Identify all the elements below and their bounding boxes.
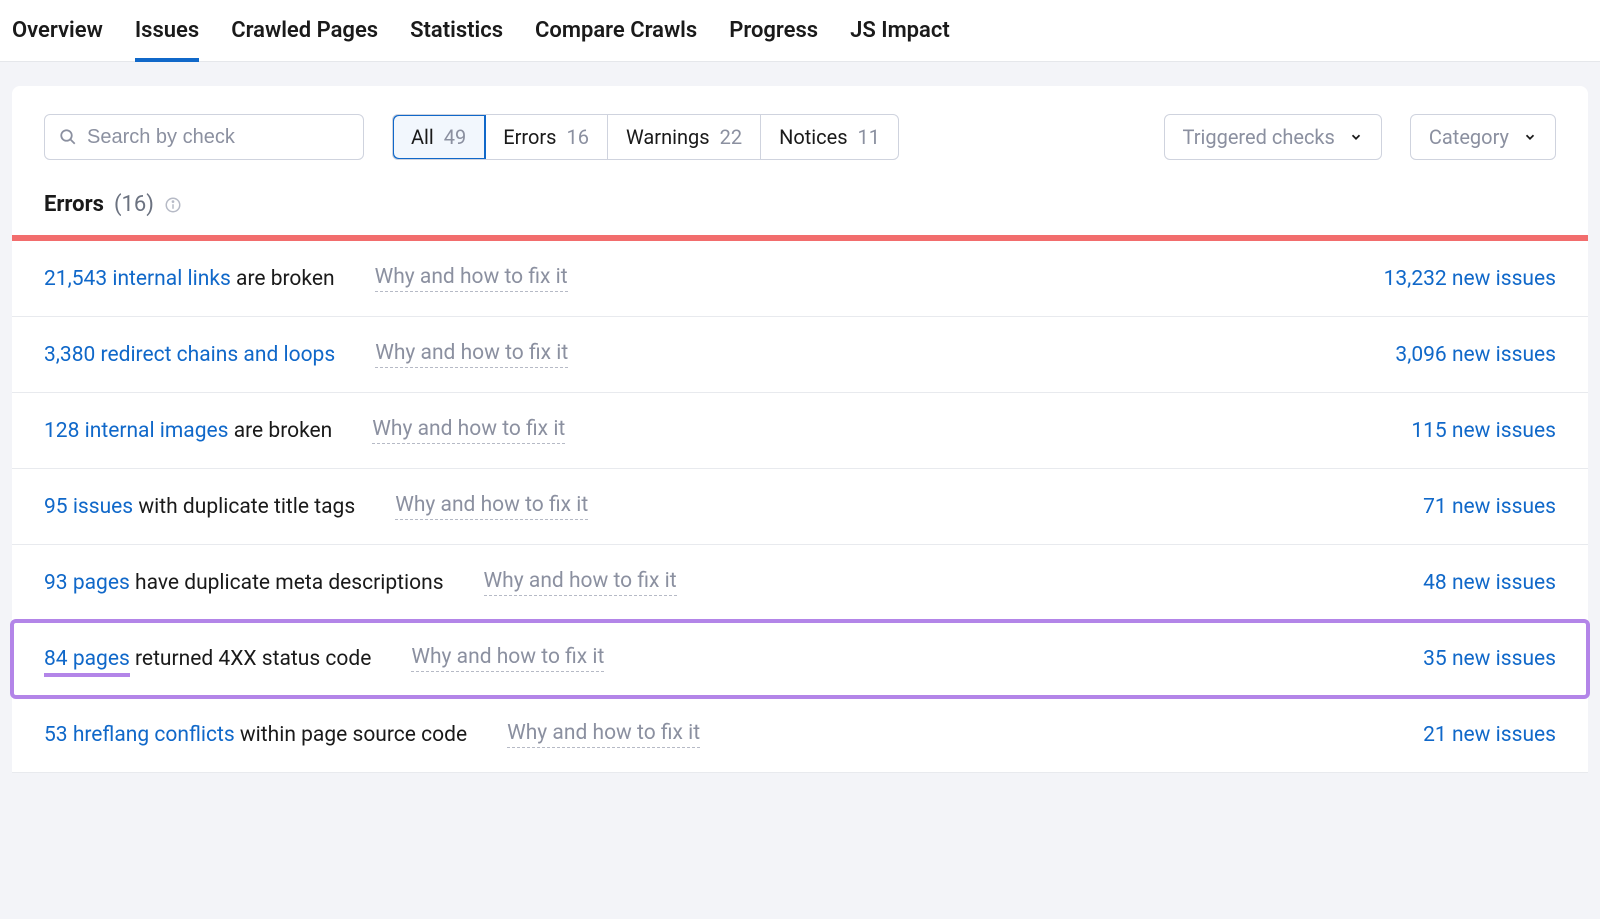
fix-link[interactable]: Why and how to fix it	[375, 341, 568, 368]
new-issues-link[interactable]: 48 new issues	[1423, 571, 1556, 595]
issue-rest-text: are broken	[229, 419, 333, 443]
issue-row: 128 internal images are broken Why and ho…	[12, 393, 1588, 469]
issue-link[interactable]: 84 pages	[44, 647, 130, 677]
issue-row: 3,380 redirect chains and loops Why and h…	[12, 317, 1588, 393]
issue-link[interactable]: 21,543 internal links	[44, 267, 231, 291]
tab-crawled-pages[interactable]: Crawled Pages	[231, 0, 378, 61]
filter-warnings[interactable]: Warnings 22	[608, 115, 761, 159]
fix-link[interactable]: Why and how to fix it	[372, 417, 565, 444]
issue-rest-text: with duplicate title tags	[133, 495, 355, 519]
filter-label: All	[411, 125, 434, 149]
filter-notices[interactable]: Notices 11	[761, 115, 898, 159]
tab-issues[interactable]: Issues	[135, 0, 199, 61]
issue-row: 53 hreflang conflicts within page source…	[12, 697, 1588, 773]
issue-row: 84 pages returned 4XX status code Why and…	[12, 621, 1588, 697]
new-issues-link[interactable]: 35 new issues	[1423, 647, 1556, 671]
tab-statistics[interactable]: Statistics	[410, 0, 503, 61]
fix-link[interactable]: Why and how to fix it	[375, 265, 568, 292]
fix-link[interactable]: Why and how to fix it	[411, 645, 604, 672]
issue-row: 95 issues with duplicate title tags Why a…	[12, 469, 1588, 545]
dropdown-label: Triggered checks	[1183, 125, 1335, 149]
new-issues-link[interactable]: 115 new issues	[1411, 419, 1556, 443]
controls-row: All 49 Errors 16 Warnings 22 Notices 11 Trigger…	[12, 114, 1588, 188]
dropdown-label: Category	[1429, 125, 1509, 149]
issues-card: All 49 Errors 16 Warnings 22 Notices 11 Trigger…	[12, 86, 1588, 773]
fix-link[interactable]: Why and how to fix it	[395, 493, 588, 520]
section-header: Errors (16)	[12, 188, 1588, 235]
fix-link[interactable]: Why and how to fix it	[484, 569, 677, 596]
filter-count: 49	[444, 125, 466, 149]
tab-progress[interactable]: Progress	[729, 0, 818, 61]
issue-rest-text: are broken	[231, 267, 335, 291]
chevron-down-icon	[1523, 130, 1537, 144]
filter-label: Warnings	[626, 125, 710, 149]
tab-overview[interactable]: Overview	[12, 0, 103, 61]
filter-count: 22	[720, 125, 742, 149]
chevron-down-icon	[1349, 130, 1363, 144]
issue-rest-text: returned 4XX status code	[130, 647, 372, 671]
issue-link[interactable]: 93 pages	[44, 571, 130, 595]
filter-count: 16	[567, 125, 589, 149]
issue-link[interactable]: 128 internal images	[44, 419, 229, 443]
new-issues-link[interactable]: 13,232 new issues	[1384, 267, 1556, 291]
section-title: Errors	[44, 192, 104, 217]
tab-js-impact[interactable]: JS Impact	[850, 0, 950, 61]
search-field-wrap[interactable]	[44, 114, 364, 160]
issue-rest-text: within page source code	[235, 723, 467, 747]
issue-row: 21,543 internal links are broken Why and …	[12, 241, 1588, 317]
search-input[interactable]	[87, 126, 349, 149]
category-dropdown[interactable]: Category	[1410, 114, 1556, 160]
issue-description: 93 pages have duplicate meta description…	[44, 571, 444, 595]
search-icon	[59, 128, 77, 146]
issue-description: 53 hreflang conflicts within page source…	[44, 723, 467, 747]
filter-label: Notices	[779, 125, 847, 149]
issue-description: 21,543 internal links are broken	[44, 267, 335, 291]
issue-link[interactable]: 53 hreflang conflicts	[44, 723, 235, 747]
issue-row: 93 pages have duplicate meta description…	[12, 545, 1588, 621]
triggered-checks-dropdown[interactable]: Triggered checks	[1164, 114, 1382, 160]
issue-link[interactable]: 95 issues	[44, 495, 133, 519]
info-icon[interactable]	[164, 196, 182, 214]
issues-list: 21,543 internal links are broken Why and …	[12, 241, 1588, 773]
filter-segments: All 49 Errors 16 Warnings 22 Notices 11	[392, 114, 899, 160]
filter-errors[interactable]: Errors 16	[485, 115, 608, 159]
issue-description: 3,380 redirect chains and loops	[44, 343, 335, 367]
new-issues-link[interactable]: 21 new issues	[1423, 723, 1556, 747]
issue-description: 128 internal images are broken	[44, 419, 332, 443]
issue-rest-text: have duplicate meta descriptions	[130, 571, 444, 595]
fix-link[interactable]: Why and how to fix it	[507, 721, 700, 748]
tab-compare-crawls[interactable]: Compare Crawls	[535, 0, 697, 61]
filter-label: Errors	[503, 125, 556, 149]
issue-description: 95 issues with duplicate title tags	[44, 495, 355, 519]
filter-count: 11	[858, 125, 880, 149]
filter-all[interactable]: All 49	[393, 115, 485, 159]
main-tabs: Overview Issues Crawled Pages Statistics Com…	[0, 0, 1600, 62]
section-count: (16)	[114, 192, 154, 217]
new-issues-link[interactable]: 3,096 new issues	[1395, 343, 1556, 367]
issue-description: 84 pages returned 4XX status code	[44, 647, 371, 671]
issue-link[interactable]: 3,380 redirect chains and loops	[44, 343, 335, 367]
new-issues-link[interactable]: 71 new issues	[1423, 495, 1556, 519]
